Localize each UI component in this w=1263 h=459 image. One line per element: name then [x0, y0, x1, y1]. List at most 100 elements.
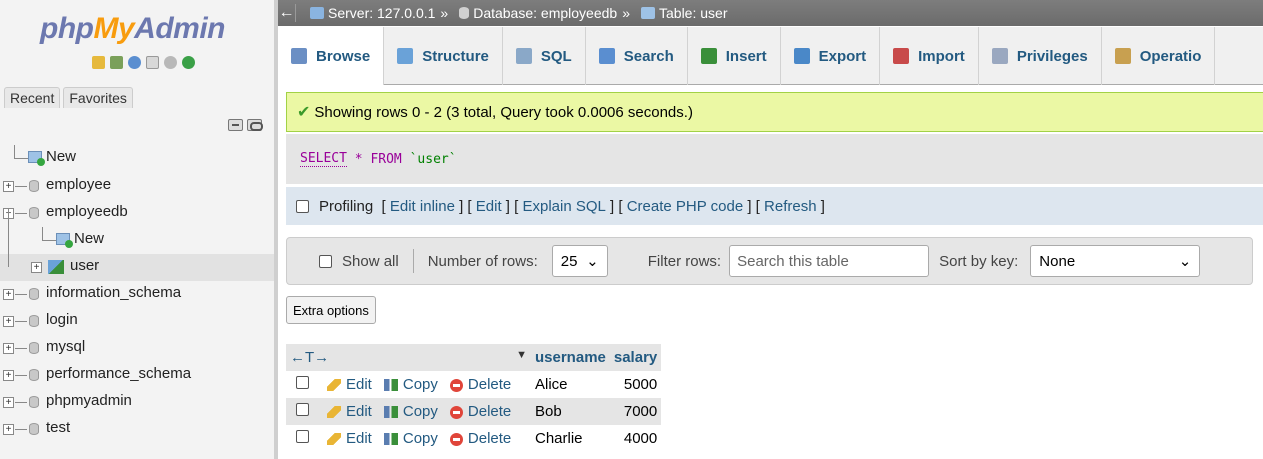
explain-sql-link[interactable]: Explain SQL — [522, 198, 605, 215]
breadcrumb-table[interactable]: Table: user — [659, 5, 727, 21]
table-icon — [641, 7, 655, 19]
collapse-all-icon[interactable] — [228, 119, 243, 131]
copy-link[interactable]: Copy — [383, 376, 438, 393]
column-arrows-icon[interactable]: ←T→ — [290, 349, 329, 366]
tree-item-mysql[interactable]: + mysql — [0, 335, 274, 362]
expand-icon[interactable]: + — [3, 397, 14, 408]
sort-by-key-select[interactable]: None ⌄ — [1030, 245, 1201, 277]
refresh-link[interactable]: Refresh — [764, 198, 817, 215]
row-checkbox[interactable] — [296, 403, 309, 416]
salary-cell[interactable]: 5000 — [609, 371, 662, 398]
tree-item-user[interactable]: + user — [0, 254, 274, 281]
nav-tabs: Recent Favorites — [4, 87, 133, 108]
chevron-down-icon: ⌄ — [1178, 253, 1192, 270]
tree-item-new[interactable]: New — [0, 145, 274, 172]
back-arrow-icon[interactable]: ← — [278, 4, 296, 22]
tab-privileges[interactable]: Privileges — [979, 27, 1102, 85]
expand-icon[interactable]: + — [3, 316, 14, 327]
delete-link[interactable]: Delete — [449, 403, 511, 420]
breadcrumb-server[interactable]: Server: 127.0.0.1 — [328, 5, 435, 21]
delete-link[interactable]: Delete — [449, 430, 511, 447]
home-icon[interactable] — [92, 56, 105, 69]
docs-icon[interactable] — [146, 56, 159, 69]
profiling-checkbox[interactable] — [296, 199, 309, 213]
tree-item-information_schema[interactable]: + information_schema — [0, 281, 274, 308]
copy-link[interactable]: Copy — [383, 403, 438, 420]
username-cell[interactable]: Alice — [531, 371, 610, 398]
tree-item-label: performance_schema — [46, 365, 192, 382]
tree-item-new[interactable]: New — [0, 227, 274, 254]
username-cell[interactable]: Charlie — [531, 425, 610, 452]
tree-connector — [15, 429, 27, 430]
breadcrumb-database[interactable]: Database: employeedb — [473, 5, 617, 21]
salary-cell[interactable]: 7000 — [609, 398, 662, 425]
salary-column-header[interactable]: salary — [609, 344, 662, 371]
database-icon — [29, 207, 39, 219]
tab-structure[interactable]: Structure — [384, 27, 503, 85]
database-icon — [29, 423, 39, 435]
tab-sql[interactable]: SQL — [503, 27, 586, 85]
logout-icon[interactable] — [110, 56, 123, 69]
salary-cell[interactable]: 4000 — [609, 425, 662, 452]
settings-icon[interactable] — [164, 56, 177, 69]
tree-item-employeedb[interactable]: −employeedb — [0, 200, 274, 227]
create-php-code-link[interactable]: Create PHP code — [627, 198, 743, 215]
expand-icon[interactable]: + — [3, 424, 14, 435]
tree-item-test[interactable]: + test — [0, 416, 274, 443]
row-select-cell — [286, 371, 323, 398]
delete-link[interactable]: Delete — [449, 376, 511, 393]
tab-operatio[interactable]: Operatio — [1102, 27, 1216, 85]
sql-select[interactable]: SELECT — [300, 151, 347, 167]
delete-icon — [449, 378, 463, 392]
tree-item-label: user — [70, 257, 100, 274]
link-with-main-icon[interactable] — [247, 119, 263, 131]
column-arrows-header[interactable]: ←T→ ▼ — [286, 344, 531, 371]
edit-link[interactable]: Edit — [327, 403, 372, 420]
pencil-icon — [327, 379, 341, 392]
row-checkbox[interactable] — [296, 430, 309, 443]
edit-link[interactable]: Edit — [327, 376, 372, 393]
tab-export[interactable]: Export — [781, 27, 881, 85]
delete-icon — [449, 432, 463, 446]
extra-options-button[interactable]: Extra options — [286, 296, 376, 324]
copy-link[interactable]: Copy — [383, 430, 438, 447]
tree-item-employee[interactable]: + employee — [0, 173, 274, 200]
tab-insert[interactable]: Insert — [688, 27, 781, 85]
sort-marker-icon[interactable]: ▼ — [516, 349, 527, 361]
edit-link[interactable]: Edit — [327, 430, 372, 447]
show-all-checkbox[interactable] — [319, 254, 332, 268]
expand-icon[interactable]: + — [3, 289, 14, 300]
rows-value: 25 — [560, 252, 578, 270]
sort-value: None — [1039, 252, 1076, 270]
username-column-header[interactable]: username — [531, 344, 610, 371]
sql-query-box: SELECT * FROM `user` — [286, 134, 1263, 184]
breadcrumb-separator: » — [440, 5, 449, 21]
tree-connector — [8, 209, 9, 267]
recent-tab[interactable]: Recent — [4, 87, 61, 108]
row-checkbox[interactable] — [296, 376, 309, 389]
help-icon[interactable] — [128, 56, 141, 69]
tab-search[interactable]: Search — [586, 27, 688, 85]
tab-import[interactable]: Import — [880, 27, 979, 85]
edit-link[interactable]: Edit — [476, 198, 502, 215]
reload-icon[interactable] — [182, 56, 195, 69]
edit-inline-link[interactable]: Edit inline — [390, 198, 455, 215]
filter-rows-input[interactable]: Search this table — [729, 245, 930, 277]
expand-icon[interactable]: + — [3, 343, 14, 354]
phpmyadmin-logo[interactable]: phpMyAdmin — [40, 12, 225, 46]
favorites-tab[interactable]: Favorites — [63, 87, 133, 108]
tree-item-phpmyadmin[interactable]: + phpmyadmin — [0, 389, 274, 416]
tree-item-login[interactable]: + login — [0, 308, 274, 335]
username-cell[interactable]: Bob — [531, 398, 610, 425]
tree-item-performance_schema[interactable]: + performance_schema — [0, 362, 274, 389]
rows-select[interactable]: 25 ⌄ — [551, 245, 608, 277]
tree-connector — [14, 158, 28, 159]
tab-label: Operatio — [1139, 47, 1202, 65]
expand-icon[interactable]: + — [31, 262, 42, 273]
nav-icon-bar — [92, 56, 195, 69]
tree-connector — [15, 294, 27, 295]
expand-icon[interactable]: + — [3, 370, 14, 381]
expand-icon[interactable]: + — [3, 181, 14, 192]
tree-connector — [42, 227, 43, 241]
tab-browse[interactable]: Browse — [278, 27, 385, 85]
